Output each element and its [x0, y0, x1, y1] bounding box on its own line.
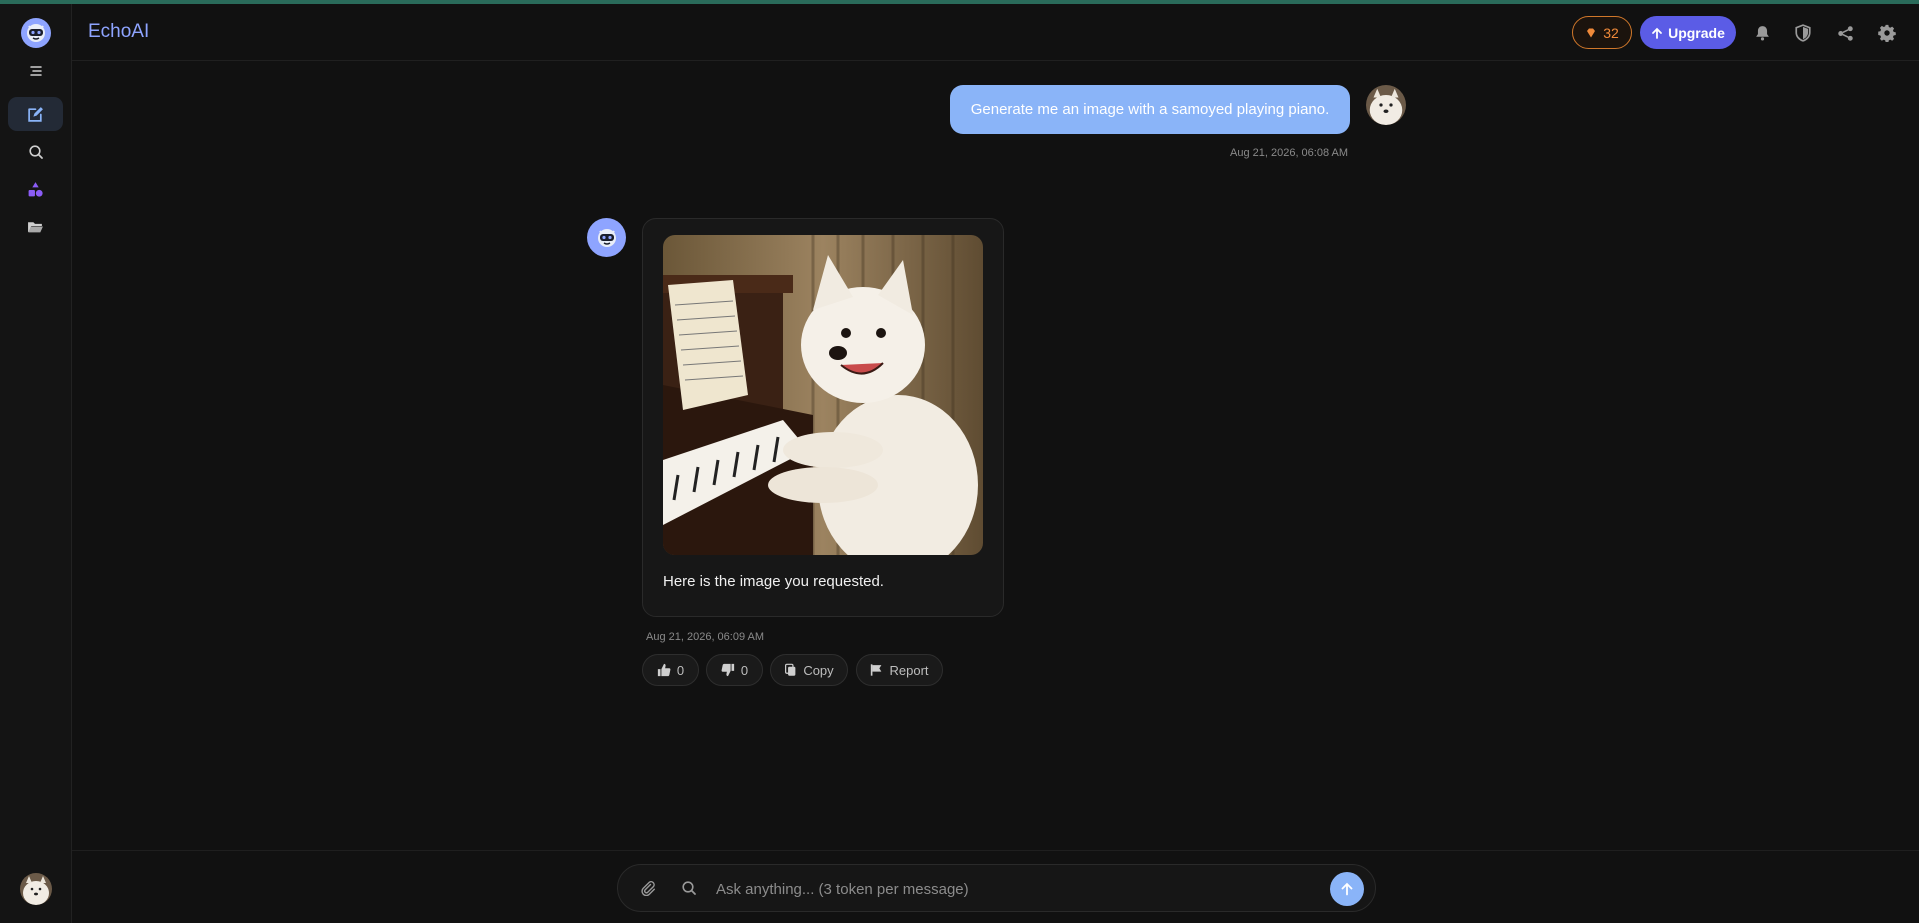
send-button[interactable]	[1330, 872, 1364, 906]
composer	[617, 864, 1376, 912]
generated-image[interactable]	[663, 235, 983, 555]
assistant-avatar	[587, 218, 626, 257]
shield-icon	[1795, 24, 1811, 42]
report-button[interactable]: Report	[856, 654, 943, 686]
shapes-icon	[28, 181, 43, 197]
report-label: Report	[889, 662, 929, 678]
samoyed-avatar-icon	[20, 873, 52, 905]
sidebar-item-search[interactable]	[8, 135, 63, 169]
paperclip-icon	[641, 881, 655, 897]
folder-icon	[28, 221, 43, 232]
edit-icon	[28, 106, 43, 122]
samoyed-avatar-icon	[1366, 85, 1406, 125]
privacy-button[interactable]	[1792, 22, 1814, 44]
token-balance-badge[interactable]: 32	[1572, 16, 1632, 49]
like-count: 0	[676, 662, 685, 678]
assistant-message-timestamp: Aug 21, 2026, 06:09 AM	[646, 631, 765, 643]
share-icon	[1837, 25, 1853, 41]
arrow-up-icon	[1652, 27, 1662, 39]
thumbs-down-icon	[721, 663, 734, 677]
robot-face-icon	[27, 24, 45, 42]
flag-icon	[871, 664, 882, 676]
dislike-button[interactable]: 0	[706, 654, 763, 686]
gem-icon	[1587, 28, 1596, 37]
settings-button[interactable]	[1876, 22, 1898, 44]
token-count: 32	[1603, 24, 1619, 41]
sidebar-item-new-chat[interactable]	[8, 97, 63, 131]
search-icon	[28, 145, 43, 159]
assistant-message-card: Here is the image you requested.	[642, 218, 1004, 617]
gear-icon	[1878, 24, 1896, 42]
user-avatar-sidebar[interactable]	[20, 873, 52, 905]
like-button[interactable]: 0	[642, 654, 699, 686]
sidebar-menu-button[interactable]	[8, 54, 63, 88]
arrow-up-icon	[1341, 882, 1353, 896]
assistant-message-text: Here is the image you requested.	[663, 573, 884, 590]
copy-label: Copy	[803, 662, 834, 678]
share-button[interactable]	[1834, 22, 1856, 44]
app-logo[interactable]	[21, 18, 51, 48]
bell-icon	[1755, 26, 1769, 41]
user-message-text: Generate me an image with a samoyed play…	[970, 101, 1330, 118]
sidebar	[0, 4, 72, 923]
app-brand-title[interactable]: EchoAI	[88, 21, 149, 43]
dislike-count: 0	[740, 662, 749, 678]
notifications-button[interactable]	[1751, 22, 1773, 44]
sidebar-item-folder[interactable]	[8, 209, 63, 243]
user-message-timestamp: Aug 21, 2026, 06:08 AM	[1230, 147, 1349, 159]
web-search-toggle[interactable]	[681, 880, 697, 901]
upgrade-label: Upgrade	[1668, 24, 1725, 41]
search-icon	[682, 881, 696, 895]
upgrade-button[interactable]: Upgrade	[1640, 16, 1736, 49]
attach-button[interactable]	[640, 880, 656, 901]
message-input[interactable]	[716, 877, 1276, 901]
user-avatar	[1366, 85, 1406, 125]
menu-icon	[29, 66, 42, 76]
thumbs-up-icon	[657, 663, 671, 677]
copy-icon	[785, 663, 796, 676]
samoyed-piano-image	[663, 235, 983, 555]
user-message-bubble: Generate me an image with a samoyed play…	[950, 85, 1350, 134]
robot-face-icon	[597, 228, 616, 247]
copy-button[interactable]: Copy	[770, 654, 848, 686]
sidebar-item-shapes[interactable]	[8, 172, 63, 206]
top-header: EchoAI 32 Upgrade	[72, 4, 1919, 61]
